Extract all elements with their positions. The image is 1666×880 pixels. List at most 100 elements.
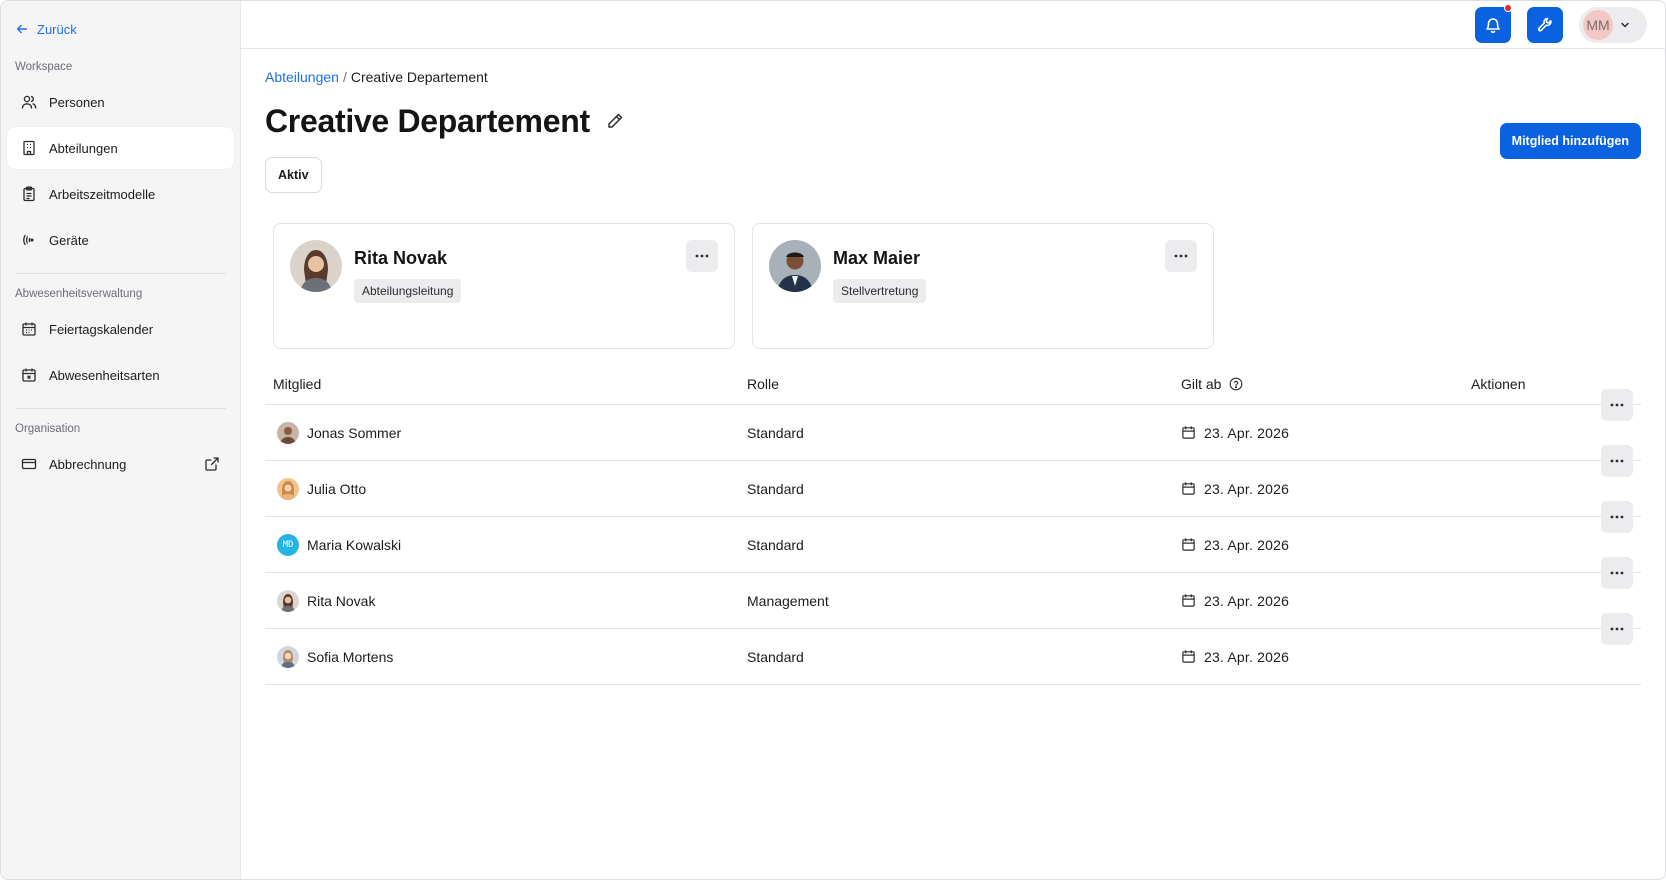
- role-cell: Management: [747, 592, 829, 609]
- column-header-member: Mitglied: [273, 375, 322, 392]
- card-more-button[interactable]: [1165, 240, 1197, 272]
- members-table: Mitglied Rolle Gilt ab Aktionen Jonas So…: [265, 363, 1641, 685]
- sidebar-item-label: Abteilungen: [49, 140, 118, 156]
- sidebar-item-abbrechnung[interactable]: Abbrechnung: [7, 443, 234, 485]
- title-row: Creative Departement: [265, 101, 1641, 141]
- external-link-icon: [205, 457, 219, 471]
- sidebar-item-personen[interactable]: Personen: [7, 81, 234, 123]
- section-label-organisation: Organisation: [15, 423, 81, 435]
- more-horizontal-icon: [1610, 459, 1624, 463]
- member-name: Julia Otto: [307, 480, 367, 497]
- member-cell: Julia Otto: [265, 477, 747, 500]
- avatar: [277, 477, 299, 500]
- sidebar-item-abteilungen[interactable]: Abteilungen: [7, 127, 234, 169]
- calendar-x-icon: [22, 368, 36, 382]
- sidebar-divider: [15, 408, 226, 409]
- breadcrumb-link-abteilungen[interactable]: Abteilungen: [265, 69, 339, 85]
- actions-cell: [1471, 613, 1641, 684]
- sidebar-item-abwesenheitsarten[interactable]: Abwesenheitsarten: [7, 354, 234, 396]
- status-badge[interactable]: Aktiv: [265, 157, 322, 193]
- member-cell: Jonas Sommer: [265, 421, 747, 444]
- leader-role-badge: Stellvertretung: [833, 279, 927, 303]
- breadcrumb-current: Creative Departement: [350, 69, 488, 85]
- row-more-button[interactable]: [1601, 389, 1633, 421]
- more-horizontal-icon: [1610, 627, 1624, 631]
- sidebar-item-geraete[interactable]: Geräte: [7, 219, 234, 261]
- section-label-abwesenheitsverwaltung: Abwesenheitsverwaltung: [15, 288, 143, 300]
- more-horizontal-icon: [1610, 571, 1624, 575]
- sidebar-item-label: Abwesenheitsarten: [49, 367, 160, 383]
- back-link[interactable]: Zurück: [7, 19, 234, 39]
- sidebar: Zurück Workspace Personen Abteilungen Ar…: [1, 1, 241, 879]
- column-header-label: Gilt ab: [1181, 375, 1222, 392]
- date-value: 23. Apr. 2026: [1204, 424, 1290, 441]
- card-more-button[interactable]: [686, 240, 718, 272]
- more-horizontal-icon: [695, 254, 709, 258]
- table-row: MD Maria Kowalski Standard 23. Apr. 2026: [265, 501, 1641, 573]
- member-cell: Rita Novak: [265, 589, 747, 612]
- member-name: Rita Novak: [307, 592, 376, 609]
- leader-card: Rita Novak Abteilungsleitung: [273, 223, 735, 349]
- table-header: Mitglied Rolle Gilt ab Aktionen: [265, 363, 1641, 405]
- date-value: 23. Apr. 2026: [1204, 648, 1290, 665]
- more-horizontal-icon: [1610, 403, 1624, 407]
- leader-role-badge: Abteilungsleitung: [354, 279, 462, 303]
- sidebar-item-arbeitszeitmodelle[interactable]: Arbeitszeitmodelle: [7, 173, 234, 215]
- building-icon: [23, 140, 35, 156]
- date-value: 23. Apr. 2026: [1204, 536, 1290, 553]
- more-horizontal-icon: [1610, 515, 1624, 519]
- member-name: Jonas Sommer: [307, 424, 402, 441]
- role-cell: Standard: [747, 648, 804, 665]
- sidebar-item-label: Abbrechnung: [49, 456, 127, 472]
- sidebar-divider: [15, 273, 226, 274]
- help-circle-icon[interactable]: [1229, 377, 1243, 391]
- leader-name: Rita Novak: [354, 248, 448, 268]
- calendar-icon: [1182, 594, 1195, 607]
- page-title: Creative Departement: [265, 102, 590, 139]
- wrench-icon: [1537, 17, 1552, 31]
- sidebar-item-label: Feiertagskalender: [49, 321, 154, 337]
- person-photo-icon: [277, 645, 299, 668]
- date-value: 23. Apr. 2026: [1204, 480, 1290, 497]
- person-photo-icon: [277, 589, 299, 612]
- add-member-button[interactable]: Mitglied hinzufügen: [1499, 123, 1641, 159]
- calendar-icon: [22, 322, 36, 336]
- person-photo-icon: [277, 477, 299, 500]
- person-photo-icon: [769, 240, 821, 292]
- topbar: MM: [241, 1, 1665, 49]
- avatar: [277, 645, 299, 668]
- sidebar-item-feiertagskalender[interactable]: Feiertagskalender: [7, 308, 234, 350]
- row-more-button[interactable]: [1601, 501, 1633, 533]
- content: Abteilungen / Creative Departement Creat…: [241, 67, 1665, 685]
- calendar-icon: [1182, 482, 1195, 495]
- more-horizontal-icon: [1174, 254, 1188, 258]
- calendar-icon: [1182, 538, 1195, 551]
- app-window: Zurück Workspace Personen Abteilungen Ar…: [0, 0, 1666, 880]
- user-menu[interactable]: MM: [1579, 6, 1647, 43]
- leader-card: Max Maier Stellvertretung: [752, 223, 1214, 349]
- notifications-button[interactable]: [1475, 3, 1512, 43]
- pencil-icon[interactable]: [606, 112, 624, 130]
- role-cell: Standard: [747, 424, 804, 441]
- date-value: 23. Apr. 2026: [1204, 592, 1290, 609]
- column-header-valid-from: Gilt ab: [1181, 376, 1471, 392]
- leader-name: Max Maier: [833, 248, 921, 268]
- role-cell: Standard: [747, 536, 804, 553]
- breadcrumb: Abteilungen / Creative Departement: [265, 67, 1641, 87]
- row-more-button[interactable]: [1601, 445, 1633, 477]
- calendar-icon: [1182, 426, 1195, 439]
- row-more-button[interactable]: [1601, 557, 1633, 589]
- chevron-down-icon: [1621, 22, 1629, 27]
- avatar: [277, 421, 299, 444]
- person-photo-icon: [290, 240, 342, 292]
- tools-button[interactable]: [1527, 6, 1563, 43]
- leader-cards: Rita Novak Abteilungsleitung Max Maier S…: [265, 223, 1641, 349]
- signal-icon: [23, 234, 34, 246]
- member-name: Maria Kowalski: [307, 536, 402, 553]
- table-row: Jonas Sommer Standard 23. Apr. 2026: [265, 389, 1641, 461]
- section-label-workspace: Workspace: [15, 61, 73, 73]
- avatar: [290, 240, 342, 292]
- row-more-button[interactable]: [1601, 613, 1633, 645]
- breadcrumb-separator: /: [342, 69, 347, 85]
- avatar: MM: [1583, 9, 1613, 40]
